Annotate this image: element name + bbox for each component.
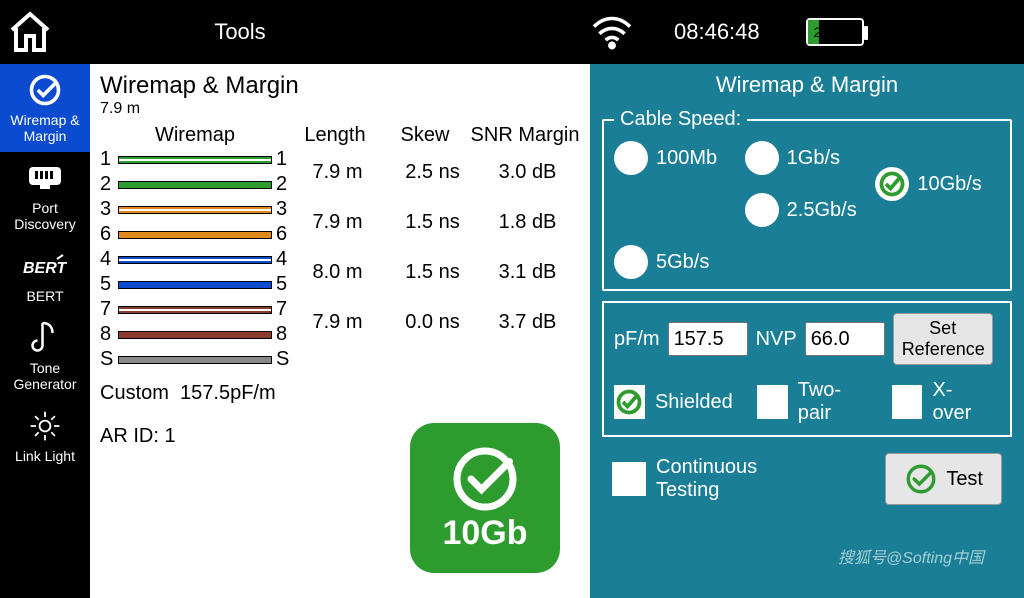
data-column: 7.9 m2.5 ns3.0 dB7.9 m1.5 ns1.8 dB8.0 m1… [290,147,580,372]
wiremap-icon [23,72,67,108]
test-button-label: Test [946,468,983,491]
wire-row: 66 [100,222,290,247]
tone-icon [23,320,67,356]
data-row: 7.9 m2.5 ns3.0 dB [290,147,580,197]
custom-value: 157.5pF/m [180,382,276,404]
checkbox-label: Two-pair [798,379,868,425]
radio-icon [875,167,909,201]
sidebar-item-link[interactable]: Link Light [0,400,90,472]
checkbox-label: X-over [932,379,986,425]
speed-option-25gbs[interactable]: 2.5Gb/s [745,193,870,227]
data-row: 7.9 m1.5 ns1.8 dB [290,197,580,247]
checkbox-xover[interactable] [892,385,923,419]
nvp-label: NVP [756,328,797,351]
speed-label: 1Gb/s [787,147,840,170]
col-snr: SNR Margin [470,124,580,147]
data-row: 7.9 m0.0 ns3.7 dB [290,297,580,347]
wire-row: SS [100,347,290,372]
pfm-input[interactable] [668,322,748,356]
speed-label: 2.5Gb/s [787,199,857,222]
clock-value: 08:46:48 [674,19,760,45]
wire-row: 55 [100,272,290,297]
wire-row: 77 [100,297,290,322]
nvp-input[interactable] [805,322,885,356]
custom-label: Custom [100,382,169,404]
sidebar: Wiremap & Margin Port Discovery BERT BERT To… [0,64,90,598]
data-row: 8.0 m1.5 ns3.1 dB [290,247,580,297]
main-title: Wiremap & Margin [100,72,580,100]
bert-icon: BERT [23,248,67,284]
main-panel: Wiremap & Margin 7.9 m Wiremap Length Sk… [90,64,590,598]
radio-icon [745,193,779,227]
checkbox-shielded[interactable] [614,385,645,419]
sidebar-item-label: Link Light [15,448,75,464]
test-button[interactable]: Test [885,453,1002,505]
radio-icon [614,141,648,175]
speed-option-10gbs[interactable]: 10Gb/s [875,167,1000,201]
wires-column: 1122336644557788SS [100,147,290,372]
sidebar-item-bert[interactable]: BERT BERT [0,240,90,312]
speed-label: 100Mb [656,147,717,170]
right-title: Wiremap & Margin [602,72,1012,98]
col-skew: Skew [380,124,470,147]
sidebar-item-label: Tone Generator [2,360,88,392]
sidebar-item-label: Wiremap & Margin [2,112,88,144]
sidebar-item-tone[interactable]: Tone Generator [0,312,90,400]
wifi-icon [590,14,634,50]
check-icon [450,444,520,514]
wire-row: 44 [100,247,290,272]
checkbox-label: Shielded [655,391,733,414]
sidebar-item-label: Port Discovery [2,200,88,232]
speed-label: 5Gb/s [656,251,709,274]
sidebar-item-label: BERT [26,288,63,304]
watermark: 搜狐号@Softing中国 [838,544,984,568]
sidebar-item-wiremap[interactable]: Wiremap & Margin [0,64,90,152]
checkbox-twopair[interactable] [757,385,788,419]
wire-row: 33 [100,197,290,222]
battery-percent: 21% [814,24,842,40]
col-wiremap: Wiremap [100,124,290,147]
col-length: Length [290,124,380,147]
radio-icon [745,141,779,175]
port-icon [23,160,67,196]
wire-row: 11 [100,147,290,172]
wire-row: 88 [100,322,290,347]
page-title: Tools [90,19,390,45]
total-length: 7.9 m [100,100,580,118]
params-box: pF/m NVP Set Reference Shielded Two-pair X… [602,301,1012,437]
cable-speed-fieldset: Cable Speed: 100Mb 1Gb/s 2.5Gb/s 5Gb/s 10Gb/… [602,108,1012,291]
wire-row: 22 [100,172,290,197]
continuous-testing-label: Continuous Testing [656,456,776,502]
continuous-testing-option[interactable]: Continuous Testing [612,456,776,502]
link-icon [23,408,67,444]
home-icon[interactable] [0,0,60,64]
continuous-testing-checkbox[interactable] [612,462,646,496]
svg-text:BERT: BERT [23,260,67,277]
pfm-label: pF/m [614,328,660,351]
top-bar: Tools 08:46:48 21% [0,0,1024,64]
right-panel: Wiremap & Margin Cable Speed: 100Mb 1Gb/s… [590,64,1024,598]
speed-label: 10Gb/s [917,173,981,196]
battery-indicator: 21% [800,18,864,46]
result-label: 10Gb [442,514,527,553]
speed-option-1gbs[interactable]: 1Gb/s [745,141,870,175]
speed-option-100mb[interactable]: 100Mb [614,141,739,175]
sidebar-item-port[interactable]: Port Discovery [0,152,90,240]
speed-legend: Cable Speed: [614,108,747,131]
result-badge: 10Gb [410,423,560,573]
speed-option-5gbs[interactable]: 5Gb/s [614,245,739,279]
radio-icon [614,245,648,279]
set-reference-button[interactable]: Set Reference [893,313,993,365]
